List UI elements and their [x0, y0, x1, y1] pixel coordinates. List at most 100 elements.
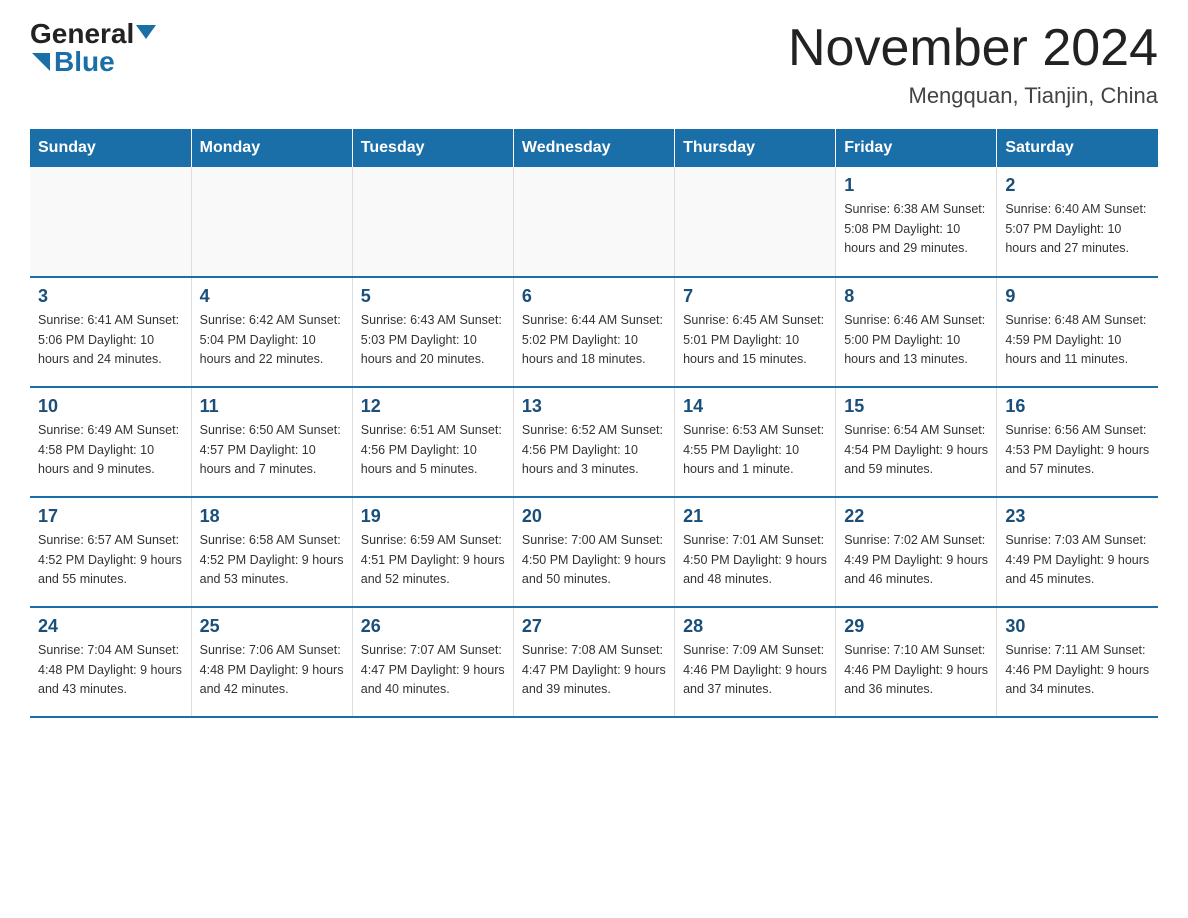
day-info: Sunrise: 7:09 AM Sunset: 4:46 PM Dayligh…	[683, 641, 827, 699]
day-cell: 4Sunrise: 6:42 AM Sunset: 5:04 PM Daylig…	[191, 277, 352, 387]
day-cell: 15Sunrise: 6:54 AM Sunset: 4:54 PM Dayli…	[836, 387, 997, 497]
calendar-title: November 2024	[788, 20, 1158, 77]
title-area: November 2024 Mengquan, Tianjin, China	[788, 20, 1158, 109]
day-info: Sunrise: 7:04 AM Sunset: 4:48 PM Dayligh…	[38, 641, 183, 699]
day-number: 2	[1005, 175, 1150, 196]
day-cell: 27Sunrise: 7:08 AM Sunset: 4:47 PM Dayli…	[513, 607, 674, 717]
day-cell: 2Sunrise: 6:40 AM Sunset: 5:07 PM Daylig…	[997, 167, 1158, 277]
day-cell: 29Sunrise: 7:10 AM Sunset: 4:46 PM Dayli…	[836, 607, 997, 717]
header-cell-wednesday: Wednesday	[513, 129, 674, 167]
day-cell: 20 Sunrise: 7:00 AM Sunset: 4:50 PM Dayli…	[513, 497, 674, 607]
day-number: 8	[844, 286, 988, 307]
logo-blue-text: Blue	[54, 48, 115, 76]
day-info: Sunrise: 7:07 AM Sunset: 4:47 PM Dayligh…	[361, 641, 505, 699]
day-number: 26	[361, 616, 505, 637]
day-info: Sunrise: 6:46 AM Sunset: 5:00 PM Dayligh…	[844, 311, 988, 369]
day-info: Sunrise: 6:43 AM Sunset: 5:03 PM Dayligh…	[361, 311, 505, 369]
header-cell-friday: Friday	[836, 129, 997, 167]
day-cell: 23 Sunrise: 7:03 AM Sunset: 4:49 PM Dayli…	[997, 497, 1158, 607]
logo-blue-icon	[32, 53, 50, 71]
header-row: SundayMondayTuesdayWednesdayThursdayFrid…	[30, 129, 1158, 167]
day-cell: 1Sunrise: 6:38 AM Sunset: 5:08 PM Daylig…	[836, 167, 997, 277]
week-row-3: 10 Sunrise: 6:49 AM Sunset: 4:58 PM Dayli…	[30, 387, 1158, 497]
day-info: Sunrise: 6:49 AM Sunset: 4:58 PM Dayligh…	[38, 421, 183, 479]
day-cell	[675, 167, 836, 277]
day-info: Sunrise: 6:45 AM Sunset: 5:01 PM Dayligh…	[683, 311, 827, 369]
header-cell-monday: Monday	[191, 129, 352, 167]
day-info: Sunrise: 6:48 AM Sunset: 4:59 PM Dayligh…	[1005, 311, 1150, 369]
day-cell	[352, 167, 513, 277]
day-cell: 12 Sunrise: 6:51 AM Sunset: 4:56 PM Dayli…	[352, 387, 513, 497]
day-info: Sunrise: 6:51 AM Sunset: 4:56 PM Dayligh…	[361, 421, 505, 479]
day-info: Sunrise: 6:52 AM Sunset: 4:56 PM Dayligh…	[522, 421, 666, 479]
day-number: 9	[1005, 286, 1150, 307]
header-cell-thursday: Thursday	[675, 129, 836, 167]
day-number: 20	[522, 506, 666, 527]
header: General Blue November 2024 Mengquan, Tia…	[30, 20, 1158, 109]
day-number: 25	[200, 616, 344, 637]
day-cell: 5Sunrise: 6:43 AM Sunset: 5:03 PM Daylig…	[352, 277, 513, 387]
day-number: 17	[38, 506, 183, 527]
day-cell: 19 Sunrise: 6:59 AM Sunset: 4:51 PM Dayli…	[352, 497, 513, 607]
week-row-1: 1Sunrise: 6:38 AM Sunset: 5:08 PM Daylig…	[30, 167, 1158, 277]
day-number: 6	[522, 286, 666, 307]
day-info: Sunrise: 7:06 AM Sunset: 4:48 PM Dayligh…	[200, 641, 344, 699]
day-cell	[191, 167, 352, 277]
day-cell: 3 Sunrise: 6:41 AM Sunset: 5:06 PM Daylig…	[30, 277, 191, 387]
day-number: 21	[683, 506, 827, 527]
logo: General Blue	[30, 20, 156, 76]
day-number: 14	[683, 396, 827, 417]
day-number: 28	[683, 616, 827, 637]
day-cell: 13 Sunrise: 6:52 AM Sunset: 4:56 PM Dayli…	[513, 387, 674, 497]
day-info: Sunrise: 7:00 AM Sunset: 4:50 PM Dayligh…	[522, 531, 666, 589]
calendar-subtitle: Mengquan, Tianjin, China	[788, 83, 1158, 109]
day-number: 22	[844, 506, 988, 527]
day-cell: 8 Sunrise: 6:46 AM Sunset: 5:00 PM Daylig…	[836, 277, 997, 387]
day-cell: 25 Sunrise: 7:06 AM Sunset: 4:48 PM Dayli…	[191, 607, 352, 717]
day-number: 10	[38, 396, 183, 417]
day-number: 19	[361, 506, 505, 527]
day-info: Sunrise: 7:02 AM Sunset: 4:49 PM Dayligh…	[844, 531, 988, 589]
day-cell: 30 Sunrise: 7:11 AM Sunset: 4:46 PM Dayli…	[997, 607, 1158, 717]
day-cell: 28 Sunrise: 7:09 AM Sunset: 4:46 PM Dayli…	[675, 607, 836, 717]
day-cell: 24Sunrise: 7:04 AM Sunset: 4:48 PM Dayli…	[30, 607, 191, 717]
day-info: Sunrise: 6:58 AM Sunset: 4:52 PM Dayligh…	[200, 531, 344, 589]
day-cell: 6 Sunrise: 6:44 AM Sunset: 5:02 PM Daylig…	[513, 277, 674, 387]
day-number: 15	[844, 396, 988, 417]
day-cell: 7Sunrise: 6:45 AM Sunset: 5:01 PM Daylig…	[675, 277, 836, 387]
day-number: 11	[200, 396, 344, 417]
day-number: 16	[1005, 396, 1150, 417]
day-info: Sunrise: 6:59 AM Sunset: 4:51 PM Dayligh…	[361, 531, 505, 589]
day-number: 4	[200, 286, 344, 307]
day-cell: 18Sunrise: 6:58 AM Sunset: 4:52 PM Dayli…	[191, 497, 352, 607]
day-info: Sunrise: 7:08 AM Sunset: 4:47 PM Dayligh…	[522, 641, 666, 699]
day-number: 13	[522, 396, 666, 417]
day-number: 12	[361, 396, 505, 417]
week-row-4: 17Sunrise: 6:57 AM Sunset: 4:52 PM Dayli…	[30, 497, 1158, 607]
day-cell: 9 Sunrise: 6:48 AM Sunset: 4:59 PM Daylig…	[997, 277, 1158, 387]
day-number: 3	[38, 286, 183, 307]
day-cell: 11 Sunrise: 6:50 AM Sunset: 4:57 PM Dayli…	[191, 387, 352, 497]
day-info: Sunrise: 7:10 AM Sunset: 4:46 PM Dayligh…	[844, 641, 988, 699]
calendar-body: 1Sunrise: 6:38 AM Sunset: 5:08 PM Daylig…	[30, 167, 1158, 717]
day-number: 23	[1005, 506, 1150, 527]
day-cell	[513, 167, 674, 277]
day-cell	[30, 167, 191, 277]
week-row-5: 24Sunrise: 7:04 AM Sunset: 4:48 PM Dayli…	[30, 607, 1158, 717]
calendar-table: SundayMondayTuesdayWednesdayThursdayFrid…	[30, 129, 1158, 718]
day-cell: 22 Sunrise: 7:02 AM Sunset: 4:49 PM Dayli…	[836, 497, 997, 607]
day-cell: 21Sunrise: 7:01 AM Sunset: 4:50 PM Dayli…	[675, 497, 836, 607]
day-info: Sunrise: 7:11 AM Sunset: 4:46 PM Dayligh…	[1005, 641, 1150, 699]
day-info: Sunrise: 7:03 AM Sunset: 4:49 PM Dayligh…	[1005, 531, 1150, 589]
day-cell: 17Sunrise: 6:57 AM Sunset: 4:52 PM Dayli…	[30, 497, 191, 607]
day-cell: 10 Sunrise: 6:49 AM Sunset: 4:58 PM Dayli…	[30, 387, 191, 497]
day-info: Sunrise: 6:44 AM Sunset: 5:02 PM Dayligh…	[522, 311, 666, 369]
day-info: Sunrise: 6:50 AM Sunset: 4:57 PM Dayligh…	[200, 421, 344, 479]
day-cell: 26 Sunrise: 7:07 AM Sunset: 4:47 PM Dayli…	[352, 607, 513, 717]
day-cell: 16Sunrise: 6:56 AM Sunset: 4:53 PM Dayli…	[997, 387, 1158, 497]
day-number: 1	[844, 175, 988, 196]
day-number: 30	[1005, 616, 1150, 637]
header-cell-tuesday: Tuesday	[352, 129, 513, 167]
header-cell-sunday: Sunday	[30, 129, 191, 167]
day-info: Sunrise: 6:41 AM Sunset: 5:06 PM Dayligh…	[38, 311, 183, 369]
